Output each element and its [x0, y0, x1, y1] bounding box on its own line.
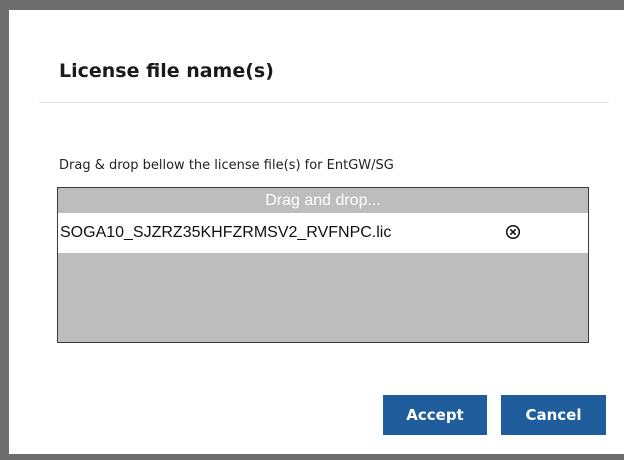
accept-button[interactable]: Accept	[383, 395, 487, 435]
file-name: SOGA10_SJZRZ35KHFZRMSV2_RVFNPC.lic	[60, 224, 392, 241]
file-item: SOGA10_SJZRZ35KHFZRMSV2_RVFNPC.lic	[58, 213, 588, 253]
title-divider	[39, 102, 609, 103]
file-list: SOGA10_SJZRZ35KHFZRMSV2_RVFNPC.lic	[58, 213, 588, 253]
remove-file-button[interactable]	[505, 224, 521, 240]
close-circle-icon	[505, 224, 521, 240]
dropzone-instruction: Drag & drop bellow the license file(s) f…	[59, 158, 394, 173]
dropzone-placeholder: Drag and drop...	[58, 188, 588, 213]
cancel-button[interactable]: Cancel	[501, 395, 606, 435]
license-dialog: License file name(s) Drag & drop bellow …	[9, 10, 624, 454]
dialog-title: License file name(s)	[59, 60, 274, 82]
file-dropzone[interactable]: Drag and drop... SOGA10_SJZRZ35KHFZRMSV2…	[57, 187, 589, 343]
